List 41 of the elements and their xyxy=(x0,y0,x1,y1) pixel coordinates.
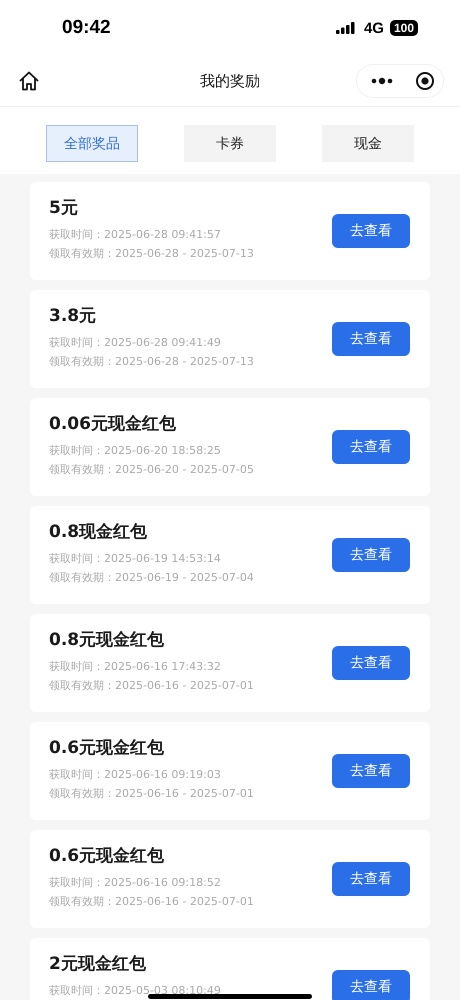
obtained-time: 获取时间：2025-06-16 09:19:03 xyxy=(49,767,222,782)
reward-title: 5元 xyxy=(49,197,79,219)
validity-period: 领取有效期：2025-06-19 - 2025-07-04 xyxy=(49,570,254,585)
obtained-time: 获取时间：2025-06-16 09:18:52 xyxy=(49,875,222,890)
battery-level: 100 xyxy=(390,20,418,36)
validity-period: 领取有效期：2025-06-16 - 2025-07-01 xyxy=(49,786,254,801)
validity-period: 领取有效期：2025-06-28 - 2025-07-13 xyxy=(49,246,254,261)
status-time: 09:42 xyxy=(62,17,111,39)
view-button[interactable]: 去查看 xyxy=(332,214,410,248)
obtained-time: 获取时间：2025-06-28 09:41:57 xyxy=(49,227,222,242)
reward-title: 0.06元现金红包 xyxy=(49,413,177,435)
validity-period: 领取有效期：2025-06-20 - 2025-07-05 xyxy=(49,462,254,477)
view-button[interactable]: 去查看 xyxy=(332,646,410,680)
reward-title: 2元现金红包 xyxy=(49,953,147,975)
reward-title: 0.6元现金红包 xyxy=(49,845,166,867)
filter-tab[interactable]: 全部奖品 xyxy=(46,125,138,162)
view-button[interactable]: 去查看 xyxy=(332,430,410,464)
reward-title: 0.8元现金红包 xyxy=(49,629,166,651)
filter-tab[interactable]: 卡券 xyxy=(184,125,276,162)
filter-tab[interactable]: 现金 xyxy=(322,125,414,162)
validity-period: 领取有效期：2025-06-16 - 2025-07-01 xyxy=(49,894,254,909)
obtained-time: 获取时间：2025-06-28 09:41:49 xyxy=(49,335,222,350)
reward-title: 3.8元 xyxy=(49,305,98,327)
view-button[interactable]: 去查看 xyxy=(332,754,410,788)
view-button[interactable]: 去查看 xyxy=(332,538,410,572)
validity-period: 领取有效期：2025-06-16 - 2025-07-01 xyxy=(49,678,254,693)
view-button[interactable]: 去查看 xyxy=(332,970,410,1000)
obtained-time: 获取时间：2025-06-19 14:53:14 xyxy=(49,551,222,566)
reward-title: 0.6元现金红包 xyxy=(49,737,166,759)
obtained-time: 获取时间：2025-06-16 17:43:32 xyxy=(49,659,222,674)
network-label: 4G xyxy=(364,20,384,36)
reward-title: 0.8现金红包 xyxy=(49,521,148,543)
obtained-time: 获取时间：2025-06-20 18:58:25 xyxy=(49,443,222,458)
view-button[interactable]: 去查看 xyxy=(332,322,410,356)
page-title: 我的奖励 xyxy=(200,72,260,90)
view-button[interactable]: 去查看 xyxy=(332,862,410,896)
more-icon[interactable] xyxy=(371,77,393,85)
close-icon[interactable] xyxy=(415,71,435,91)
obtained-time: 获取时间：2025-05-03 08:10:49 xyxy=(49,983,221,998)
home-icon[interactable] xyxy=(18,70,40,92)
validity-period: 领取有效期：2025-06-28 - 2025-07-13 xyxy=(49,354,254,369)
